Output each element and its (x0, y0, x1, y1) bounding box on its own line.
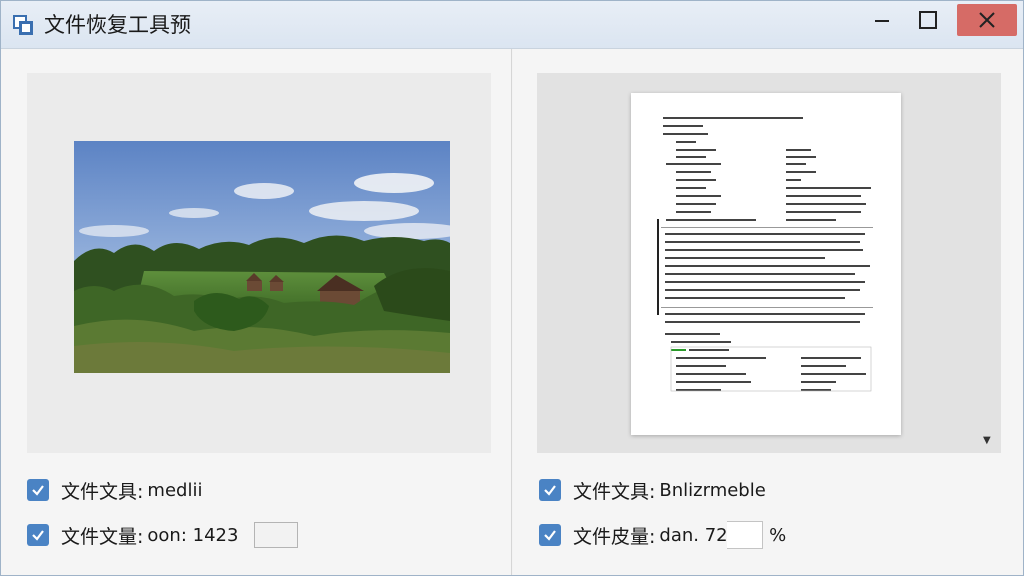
right-option-row-2: 文件皮量: dan. 723 % (539, 521, 787, 549)
document-page-thumbnail (631, 93, 901, 435)
app-icon (13, 15, 33, 35)
right-option-row-1: 文件文具: Bnlizrmeble (539, 477, 766, 503)
right-option-1-label: 文件文具: (573, 480, 656, 503)
left-option-1-value: medlii (147, 479, 203, 501)
left-option-2-checkbox[interactable] (27, 524, 49, 546)
title-bar[interactable]: 文件恢复工具预 (1, 1, 1023, 49)
image-preview (27, 73, 491, 453)
left-option-2-label: 文件文量: (61, 525, 144, 548)
right-option-2-checkbox[interactable] (539, 524, 561, 546)
left-panel: 文件文具: medlii 文件文量: oon: 1423 (1, 49, 512, 575)
check-icon (32, 530, 44, 541)
maximize-icon (919, 11, 937, 29)
landscape-photo (74, 141, 450, 373)
left-option-row-1: 文件文具: medlii (27, 477, 202, 503)
left-number-input[interactable] (254, 522, 299, 548)
minimize-icon (875, 20, 889, 22)
right-option-2-unit: % (769, 524, 787, 546)
close-button[interactable] (957, 4, 1017, 36)
check-icon (32, 485, 44, 496)
check-icon (544, 530, 556, 541)
right-option-1-checkbox[interactable] (539, 479, 561, 501)
window-title: 文件恢复工具预 (44, 13, 191, 37)
left-option-row-2: 文件文量: oon: 1423 (27, 522, 299, 548)
app-window: 文件恢复工具预 文件文具: medlii 文件文量: oon: 1423 ▼ 文… (0, 0, 1024, 576)
right-panel: ▼ 文件文具: Bnlizrmeble 文件皮量: dan. 723 % (513, 49, 1023, 575)
document-preview: ▼ (537, 73, 1001, 453)
left-option-2-value: oon: 1423 (147, 524, 239, 546)
right-number-input[interactable] (727, 521, 764, 549)
check-icon (544, 485, 556, 496)
scroll-down-arrow-icon[interactable]: ▼ (983, 435, 991, 446)
left-option-1-label: 文件文具: (61, 480, 144, 503)
right-option-2-label: 文件皮量: (573, 525, 656, 548)
close-icon (979, 12, 995, 28)
right-option-1-value: Bnlizrmeble (659, 479, 766, 501)
left-option-1-checkbox[interactable] (27, 479, 49, 501)
maximize-button[interactable] (899, 4, 957, 36)
